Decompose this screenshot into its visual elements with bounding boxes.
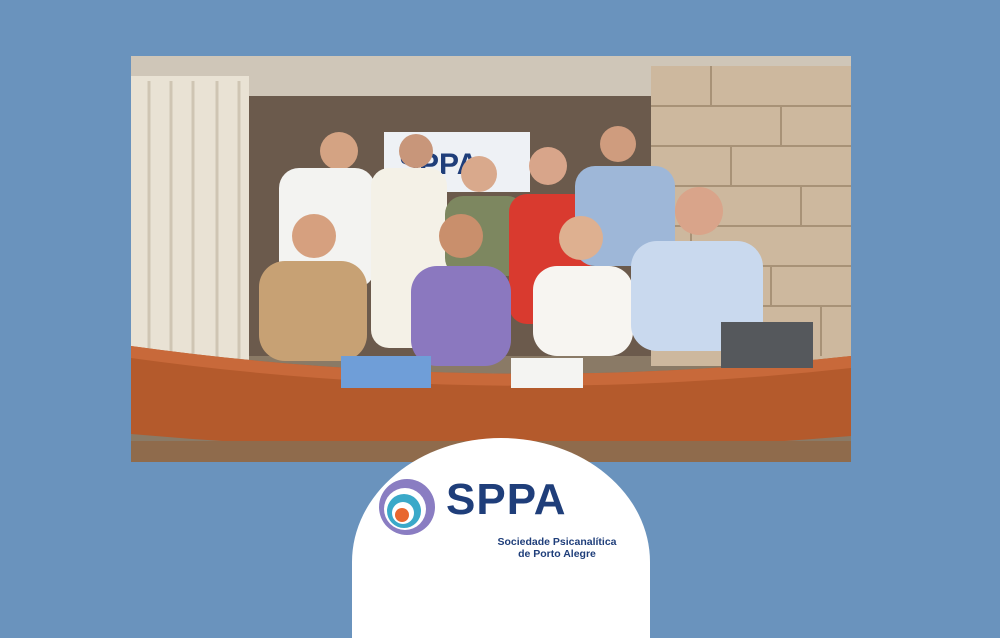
logo-wordmark: SPPA <box>446 475 567 524</box>
group-photo: SPPA <box>131 56 851 462</box>
logo-subtitle-line2: de Porto Alegre <box>518 548 596 560</box>
logo-subtitle-line1: Sociedade Psicanalítica <box>497 536 617 548</box>
sppa-logo-icon <box>379 479 435 535</box>
group-photo-illustration: SPPA <box>131 56 851 462</box>
logo-subtitle: Sociedade Psicanalítica de Porto Alegre <box>472 536 642 560</box>
